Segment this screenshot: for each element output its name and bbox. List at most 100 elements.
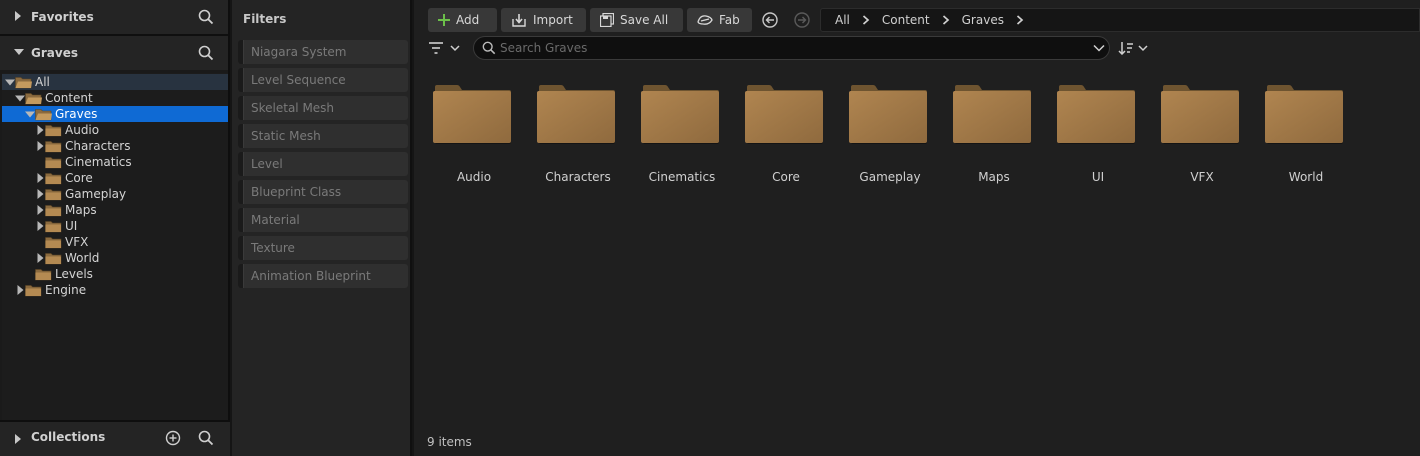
chevron-right-icon[interactable]: [15, 285, 25, 295]
folder-icon: [25, 92, 42, 105]
filter-chip-label: Static Mesh: [251, 129, 321, 143]
folder-icon: [849, 84, 929, 149]
filter-chip-label: Texture: [251, 241, 295, 255]
favorites-title: Favorites: [31, 10, 94, 24]
search-icon[interactable]: [198, 45, 214, 61]
breadcrumb-item-content[interactable]: Content: [882, 13, 930, 27]
chevron-right-icon[interactable]: [35, 221, 45, 231]
asset-tile-core[interactable]: Core: [738, 84, 834, 192]
folder-icon: [45, 188, 62, 201]
filter-chip-material[interactable]: Material: [238, 208, 408, 232]
add-circle-icon[interactable]: [165, 430, 181, 449]
folder-icon: [45, 252, 62, 265]
search-icon[interactable]: [198, 9, 214, 25]
filter-chip-label: Animation Blueprint: [251, 269, 371, 283]
folder-icon: [537, 84, 617, 149]
asset-tile-cinematics[interactable]: Cinematics: [634, 84, 730, 192]
chevron-right-icon[interactable]: [35, 173, 45, 183]
chevron-right-icon[interactable]: [35, 189, 45, 199]
folder-icon: [433, 84, 513, 149]
chevron-right-icon[interactable]: [35, 125, 45, 135]
chevron-down-icon: [1138, 45, 1148, 52]
tree-item-cinematics[interactable]: Cinematics: [2, 154, 228, 170]
tree-item-label: VFX: [65, 235, 89, 249]
filter-chip-level[interactable]: Level: [238, 152, 408, 176]
tree-item-content[interactable]: Content: [2, 90, 228, 106]
tree-item-label: Audio: [65, 123, 100, 137]
asset-tile-characters[interactable]: Characters: [530, 84, 626, 192]
asset-tile-vfx[interactable]: VFX: [1154, 84, 1250, 192]
item-count: 9 items: [427, 435, 472, 449]
asset-tile-label: Core: [772, 170, 800, 184]
tree-item-ui[interactable]: UI: [2, 218, 228, 234]
tree-item-vfx[interactable]: VFX: [2, 234, 228, 250]
folder-icon: [45, 204, 62, 217]
collections-header[interactable]: Collections: [0, 420, 230, 456]
chevron-down-icon: [450, 45, 460, 52]
filter-chip-texture[interactable]: Texture: [238, 236, 408, 260]
chevron-right-icon[interactable]: [850, 15, 882, 25]
tree-item-levels[interactable]: Levels: [2, 266, 228, 282]
search-icon[interactable]: [198, 430, 214, 449]
search-input[interactable]: [500, 41, 1080, 55]
filter-icon: [429, 42, 443, 54]
chevron-down-icon: [14, 48, 28, 59]
search-box[interactable]: [473, 36, 1110, 60]
filter-chip-level-sequence[interactable]: Level Sequence: [238, 68, 408, 92]
tree-item-world[interactable]: World: [2, 250, 228, 266]
chevron-right-icon[interactable]: [35, 141, 45, 151]
folder-icon: [35, 268, 52, 281]
tree-item-maps[interactable]: Maps: [2, 202, 228, 218]
chevron-right-icon[interactable]: [35, 205, 45, 215]
tree-item-label: Content: [45, 91, 93, 105]
chevron-right-icon[interactable]: [35, 253, 45, 263]
chevron-down-icon[interactable]: [25, 109, 35, 119]
fab-button[interactable]: Fab: [687, 8, 752, 32]
asset-tile-label: Characters: [545, 170, 611, 184]
back-arrow-icon[interactable]: [761, 11, 779, 29]
save-all-button[interactable]: Save All: [590, 8, 683, 32]
filter-chip-blueprint-class[interactable]: Blueprint Class: [238, 180, 408, 204]
folder-icon: [45, 124, 62, 137]
asset-tile-label: World: [1288, 170, 1324, 184]
tree-item-label: UI: [65, 219, 78, 233]
tree-item-engine[interactable]: Engine: [2, 282, 228, 298]
tree-item-core[interactable]: Core: [2, 170, 228, 186]
filter-chip-animation-blueprint[interactable]: Animation Blueprint: [238, 264, 408, 288]
folder-icon: [25, 284, 42, 297]
asset-tile-ui[interactable]: UI: [1050, 84, 1146, 192]
tree-item-label: Core: [65, 171, 93, 185]
folder-icon: [953, 84, 1033, 149]
tree-item-gameplay[interactable]: Gameplay: [2, 186, 228, 202]
chevron-down-icon[interactable]: [1093, 44, 1105, 52]
chevron-down-icon[interactable]: [15, 93, 25, 103]
asset-tile-maps[interactable]: Maps: [946, 84, 1042, 192]
chevron-right-icon[interactable]: [930, 15, 962, 25]
tree-item-audio[interactable]: Audio: [2, 122, 228, 138]
folder-icon: [745, 84, 825, 149]
sort-dropdown-button[interactable]: [1118, 38, 1154, 58]
breadcrumb-item-all[interactable]: All: [835, 13, 850, 27]
tree-item-graves[interactable]: Graves: [2, 106, 228, 122]
asset-tile-gameplay[interactable]: Gameplay: [842, 84, 938, 192]
chevron-down-icon[interactable]: [5, 77, 15, 87]
filters-title: Filters: [243, 12, 287, 26]
breadcrumb-item-graves[interactable]: Graves: [962, 13, 1004, 27]
import-button[interactable]: Import: [501, 8, 586, 32]
filter-chip-niagara-system[interactable]: Niagara System: [238, 40, 408, 64]
graves-header[interactable]: Graves: [0, 36, 228, 70]
tree-item-label: Maps: [65, 203, 97, 217]
asset-tile-label: Maps: [978, 170, 1010, 184]
filter-dropdown-button[interactable]: [428, 38, 464, 58]
forward-arrow-icon[interactable]: [793, 11, 811, 29]
asset-tile-world[interactable]: World: [1258, 84, 1354, 192]
filter-chip-static-mesh[interactable]: Static Mesh: [238, 124, 408, 148]
tree-item-characters[interactable]: Characters: [2, 138, 228, 154]
favorites-header[interactable]: Favorites: [0, 0, 228, 34]
folder-icon: [1161, 84, 1241, 149]
add-button[interactable]: Add: [428, 8, 497, 32]
chevron-right-icon[interactable]: [1004, 15, 1036, 25]
asset-tile-audio[interactable]: Audio: [426, 84, 522, 192]
filter-chip-skeletal-mesh[interactable]: Skeletal Mesh: [238, 96, 408, 120]
tree-item-all[interactable]: All: [2, 74, 228, 90]
